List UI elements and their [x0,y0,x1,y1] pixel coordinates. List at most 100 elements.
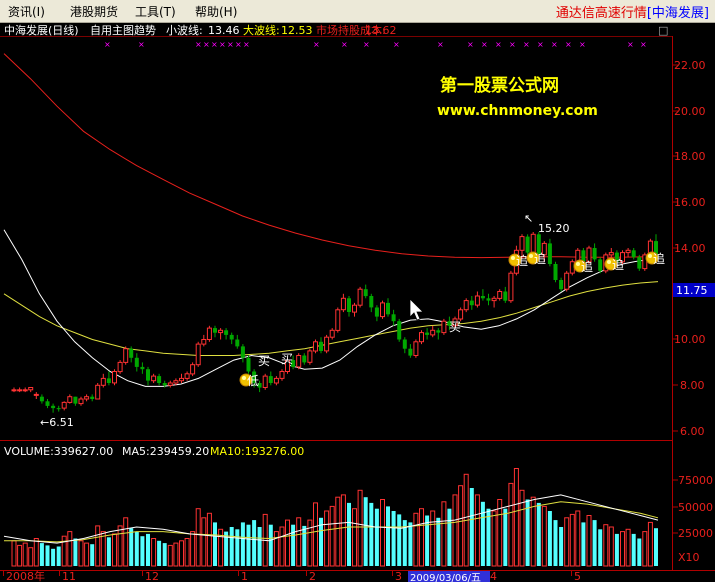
buy-signal: 买 [281,352,293,366]
candle [240,344,245,363]
high-price-marker-arrow: ↖ [524,212,533,225]
candle [268,371,273,386]
volume-bar [536,502,541,566]
volume-bar [564,517,570,567]
candle-body [84,396,90,400]
volume-bar [598,529,603,566]
signal-mark: × [104,40,111,49]
signal-label: 买 [258,354,270,368]
candle [195,341,201,367]
volume-bar [575,510,581,567]
candle [246,355,251,374]
volume-bar [78,540,84,567]
candle-body [564,272,570,290]
candle-body [190,364,196,375]
volume-bar [117,525,123,567]
cursor-date: 2009/03/06/五 [410,573,481,582]
date-label-feb: 2 [306,570,316,582]
volume-tick-label: 25000 [678,527,713,540]
volume-bar [84,542,90,567]
volume-bar [112,533,117,567]
candle-body [273,377,279,384]
candle [335,307,341,333]
candle [503,286,508,303]
date-label-jan: 1 [238,570,248,582]
candle-body [425,332,430,335]
candle [631,248,636,260]
candle-body [11,389,17,392]
volume-bar [503,508,508,566]
candle [56,405,61,412]
signal-label: 买 [449,320,461,334]
candle [436,328,441,340]
candle [553,261,558,283]
price-tick-label: 16.00 [674,196,706,209]
volume-bar [201,517,207,567]
menu-item-hk-futures[interactable]: 港股期货 [70,3,118,20]
date-label: 3 [395,570,402,582]
candle-body [123,348,129,363]
volume-tick-50000: 50000 [673,501,713,514]
volume-bar [508,482,514,567]
candle [480,289,485,301]
price-tick-16: 16.00 [673,196,706,209]
signal-mark: × [481,40,488,49]
volume-bar [22,542,28,567]
signal-mark: × [523,40,530,49]
date-label-2008: 2008年 [3,569,45,582]
candle [564,270,570,292]
cost-value: 13.62 [365,24,397,37]
volume-bar [419,508,424,567]
candle-body [313,341,318,352]
price-tick-label: 8.00 [680,379,705,392]
candle-body [33,393,39,396]
menu-item-info[interactable]: 资讯(I) [8,3,45,20]
candle-body [408,348,413,356]
candle-body [140,366,145,370]
candle-body [397,321,402,340]
candle-body [369,296,374,308]
volume-bar [553,520,558,566]
current-price-tag: 11.75 [673,283,715,297]
candle [463,298,469,313]
volume-bar [592,520,597,566]
volume-bar [631,533,636,566]
volume-bar [56,546,61,566]
big-wave-value: 12.53 [281,24,313,37]
volume-bar [347,502,351,566]
menu-item-help[interactable]: 帮助(H) [195,3,237,20]
volume-bar [257,527,262,566]
volume-bar [302,525,307,566]
candle-body [508,272,514,302]
volume-header: VOLUME:339627.00 MA5:239459.20 MA10:1932… [4,445,304,458]
volume-tick-label: 50000 [678,501,713,514]
candle [491,296,497,308]
candle-body [352,304,357,313]
price-tick-22: 22.00 [673,59,706,72]
volume-bar [408,522,413,566]
volume-bar [474,494,480,567]
candle [157,373,162,386]
volume-bar [614,533,619,566]
candle-body [480,296,485,299]
date-label: 2 [309,570,316,582]
signal-mark: × [227,40,234,49]
candle [408,344,413,358]
candle [425,328,430,340]
candle [296,353,302,370]
app-title: 通达信高速行情[中海发展] [556,2,709,21]
app-title-text: 通达信高速行情 [555,6,647,21]
signal-marks-row: × × × × × × × × × × × × × × × × × × × × × × × × × [104,40,647,49]
kline-chart[interactable]: 中海发展(日线) 自用主图趋势 小波线: 13.46 大波线: 12.53 市场… [0,22,715,582]
signal-label: 追 [534,251,546,266]
candle-body [134,357,139,367]
signal-mark: × [363,40,370,49]
candle-body [45,401,50,406]
coin-signal-icon: 追 [508,253,528,268]
app-title-stock: [中海发展] [646,6,709,21]
close-icon[interactable]: □ [658,24,668,37]
menu-item-tools[interactable]: 工具(T) [135,3,176,20]
candle [262,373,268,390]
candle-body [173,380,179,384]
volume-bar [625,528,631,567]
